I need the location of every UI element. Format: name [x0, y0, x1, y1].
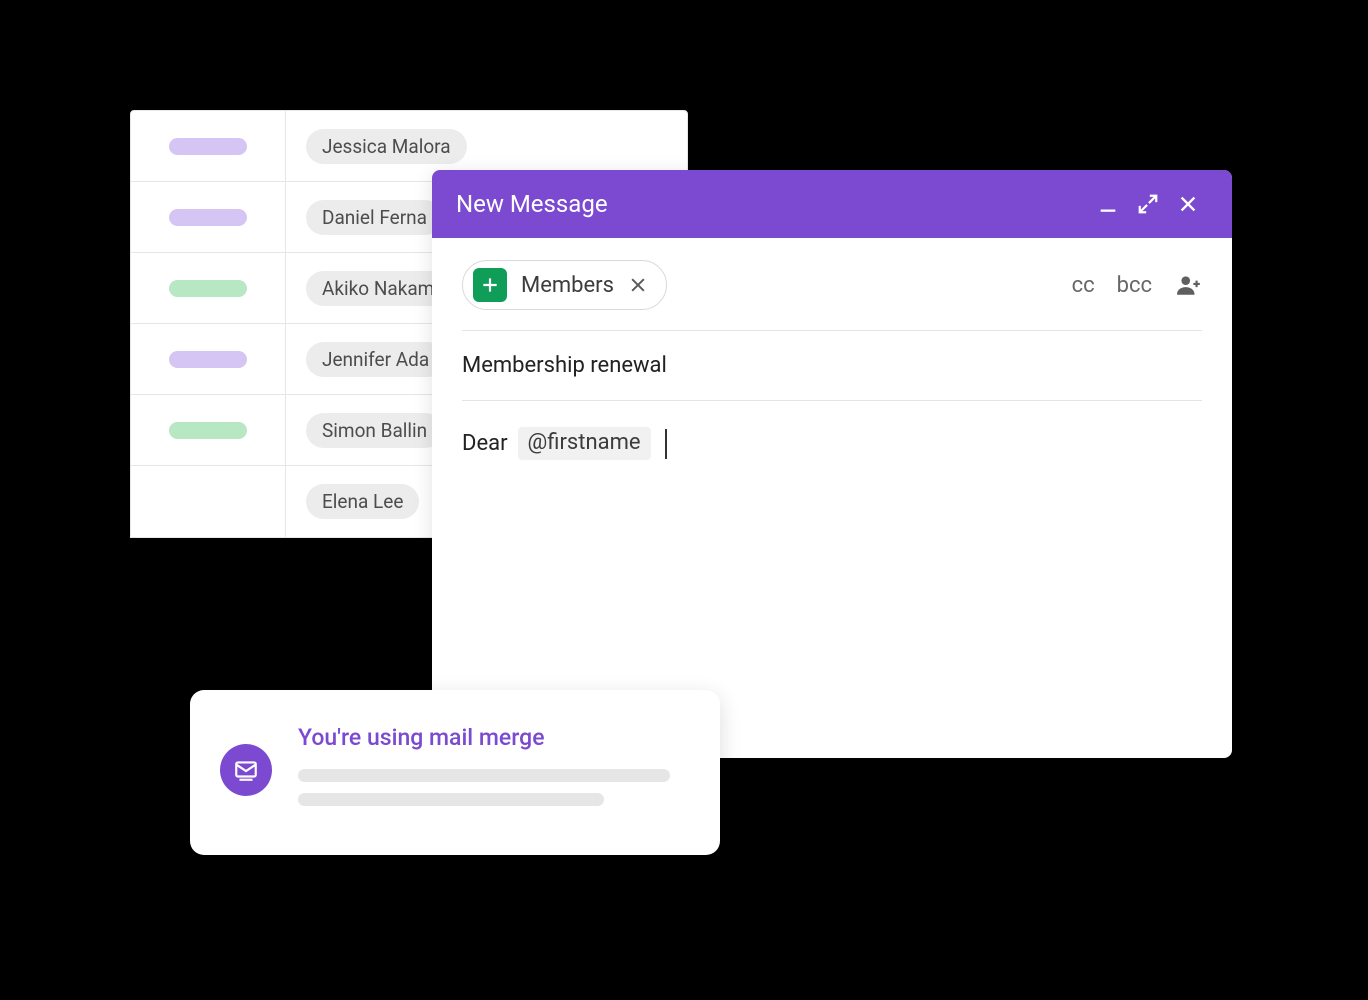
merge-tag[interactable]: @firstname: [518, 427, 651, 460]
notice-body: You're using mail merge: [298, 724, 690, 817]
minimize-button[interactable]: [1088, 184, 1128, 224]
subject-input[interactable]: Membership renewal: [462, 331, 1202, 401]
status-pill: [169, 209, 247, 226]
contact-chip[interactable]: Jessica Malora: [306, 129, 467, 164]
status-pill: [169, 422, 247, 439]
placeholder-line: [298, 769, 670, 782]
contact-chip[interactable]: Jennifer Ada: [306, 342, 445, 377]
add-recipient-button[interactable]: [1176, 272, 1202, 298]
person-add-icon: [1176, 272, 1202, 298]
status-cell: [131, 111, 286, 181]
contact-chip[interactable]: Simon Ballin: [306, 413, 443, 448]
message-body[interactable]: Dear @firstname: [462, 401, 1202, 486]
bcc-button[interactable]: bcc: [1117, 273, 1152, 298]
status-cell: [131, 395, 286, 465]
contact-chip[interactable]: Akiko Nakam: [306, 271, 450, 306]
mail-merge-notice: You're using mail merge: [190, 690, 720, 855]
text-cursor: [665, 429, 667, 459]
expand-button[interactable]: [1128, 184, 1168, 224]
compose-header: New Message: [432, 170, 1232, 238]
remove-recipient-button[interactable]: [628, 275, 648, 295]
recipients-row[interactable]: Members cc bcc: [462, 238, 1202, 331]
close-icon: [628, 275, 648, 295]
compose-window: New Message Members: [432, 170, 1232, 758]
close-icon: [1177, 193, 1199, 215]
status-pill: [169, 351, 247, 368]
notice-title: You're using mail merge: [298, 724, 690, 751]
cc-button[interactable]: cc: [1072, 273, 1095, 298]
status-pill: [169, 138, 247, 155]
contact-chip[interactable]: Daniel Ferna: [306, 200, 443, 235]
body-text: Dear: [462, 431, 508, 456]
status-cell: [131, 466, 286, 537]
expand-icon: [1137, 193, 1159, 215]
minimize-icon: [1097, 193, 1119, 215]
compose-title: New Message: [456, 190, 1088, 218]
mail-merge-icon: [220, 744, 272, 796]
status-cell: [131, 182, 286, 252]
recipient-chip[interactable]: Members: [462, 260, 667, 310]
placeholder-line: [298, 793, 604, 806]
status-cell: [131, 324, 286, 394]
status-cell: [131, 253, 286, 323]
recipient-label: Members: [521, 273, 614, 298]
sheets-icon: [473, 268, 507, 302]
close-button[interactable]: [1168, 184, 1208, 224]
status-pill: [169, 280, 247, 297]
contact-chip[interactable]: Elena Lee: [306, 484, 419, 519]
